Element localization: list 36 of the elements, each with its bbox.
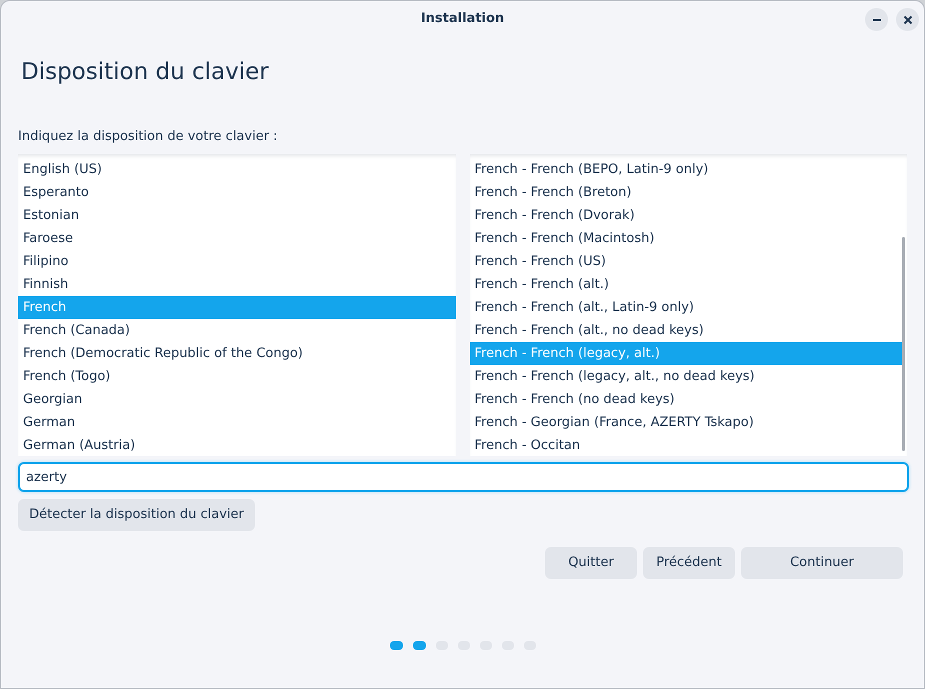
detect-button[interactable]: Détecter la disposition du clavier <box>18 499 255 532</box>
list-item[interactable]: French - French (BEPO, Latin-9 only) <box>470 158 902 182</box>
minimize-button[interactable] <box>865 8 888 31</box>
scrollbar[interactable] <box>902 237 905 452</box>
list-item[interactable]: French (Canada) <box>18 319 456 342</box>
list-item[interactable]: French - Georgian (France, AZERTY Tskapo) <box>470 411 902 434</box>
list-item[interactable]: German <box>18 411 456 434</box>
list-item[interactable]: French - French (US) <box>470 250 902 274</box>
list-item[interactable]: Georgian <box>18 388 456 412</box>
list-item[interactable]: French - French (Macintosh) <box>470 227 902 250</box>
list-item[interactable]: French - French (no dead keys) <box>470 388 902 412</box>
list-item[interactable]: Estonian <box>18 204 456 228</box>
window-title: Installation <box>420 10 504 28</box>
list-item[interactable]: German (Austria) <box>18 434 456 456</box>
back-button[interactable]: Précédent <box>643 547 735 580</box>
list-item[interactable]: French - French (Dvorak) <box>470 204 902 228</box>
list-item[interactable]: Esperanto <box>18 181 456 204</box>
close-icon <box>902 14 912 24</box>
list-item[interactable]: Filipino <box>18 250 456 274</box>
quit-button[interactable]: Quitter <box>545 547 637 580</box>
close-button[interactable] <box>896 8 919 31</box>
page-heading: Disposition du clavier <box>21 59 270 87</box>
list-item[interactable]: French (Togo) <box>18 365 456 388</box>
list-item[interactable]: French - French (legacy, alt., no dead keys) <box>470 365 902 388</box>
list-item[interactable]: French - French (alt., no dead keys) <box>470 319 902 342</box>
list-item[interactable]: Faroese <box>18 227 456 250</box>
list-item[interactable]: Finnish <box>18 273 456 296</box>
list-item[interactable]: French - French (alt., Latin-9 only) <box>470 296 902 320</box>
list-item[interactable]: French - French (Breton) <box>470 181 902 204</box>
list-item[interactable]: French (Democratic Republic of the Congo) <box>18 342 456 366</box>
search-field[interactable]: azerty <box>18 462 909 492</box>
list-item[interactable]: French - French (alt.) <box>470 273 902 296</box>
list-item[interactable]: English (US) <box>18 158 456 182</box>
continue-button[interactable]: Continuer <box>741 547 903 580</box>
list-item[interactable]: French - Occitan <box>470 434 902 456</box>
prompt-label: Indiquez la disposition de votre clavier : <box>18 128 279 146</box>
